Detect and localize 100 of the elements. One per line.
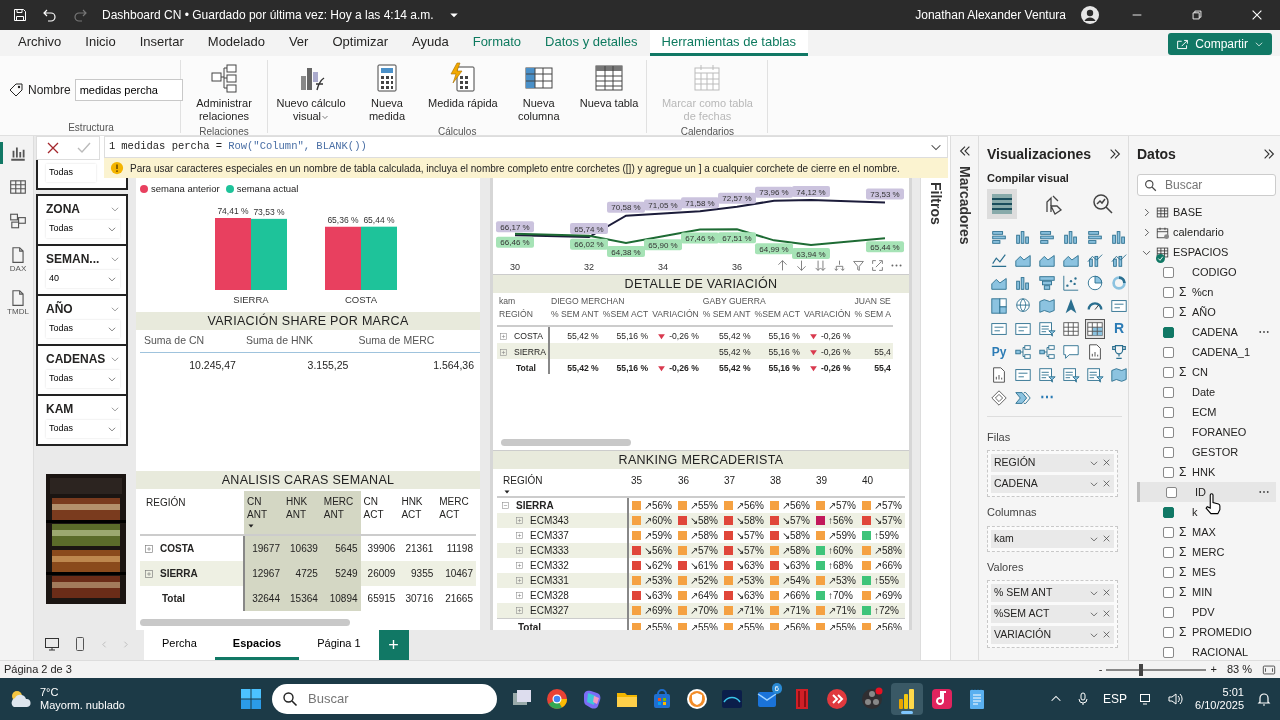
field-name[interactable]: GESTOR (1192, 443, 1239, 461)
menu-tab[interactable]: Archivo (6, 30, 74, 56)
chevron-down-icon[interactable] (1089, 479, 1099, 489)
field-chip[interactable]: CADENA (991, 475, 1114, 493)
checkbox[interactable] (1163, 446, 1174, 458)
field-name[interactable]: CADENA_1 (1192, 343, 1251, 361)
visual-type-button[interactable] (989, 387, 1009, 408)
visual-type-button[interactable]: Py (989, 341, 1009, 362)
ribbon-button[interactable]: Nueva columna (501, 60, 576, 125)
name-field[interactable]: medidas percha (74, 79, 183, 101)
menu-tab[interactable]: Datos y detalles (533, 30, 650, 56)
arrow-up-icon[interactable] (776, 259, 789, 272)
view-button[interactable]: DAX (0, 244, 34, 275)
visual-type-button[interactable]: R (1109, 318, 1129, 339)
remove-icon[interactable] (1102, 588, 1111, 597)
arrow-down-icon[interactable] (795, 259, 808, 272)
checkbox[interactable] (1163, 326, 1174, 338)
table-name[interactable]: calendario (1173, 223, 1224, 241)
page-tab[interactable]: Percha (144, 630, 215, 660)
sort-icon[interactable] (503, 488, 511, 496)
zoom-out-button[interactable]: - (1098, 661, 1103, 678)
menu-tab[interactable]: Formato (460, 30, 534, 56)
checkbox[interactable] (1166, 486, 1177, 498)
visual-type-button[interactable] (1085, 318, 1105, 339)
filter-icon[interactable] (852, 259, 865, 272)
remove-icon[interactable] (1102, 479, 1111, 488)
bookmarks-pane-label[interactable]: Marcadores (954, 166, 975, 245)
restore-icon[interactable] (1190, 8, 1204, 22)
table-name[interactable]: BASE (1173, 203, 1203, 221)
remove-icon[interactable] (1102, 609, 1111, 618)
remote-app-icon[interactable] (825, 687, 849, 711)
save-icon[interactable] (12, 7, 28, 23)
search-field[interactable]: Buscar (1163, 175, 1253, 195)
field-name[interactable]: HNK (1192, 463, 1216, 481)
field-name[interactable]: CN (1192, 363, 1208, 381)
ribbon-button[interactable]: Nueva medida (350, 60, 424, 125)
visual-type-button[interactable] (989, 295, 1009, 316)
expand-icon[interactable] (144, 543, 154, 554)
expand-icon[interactable] (515, 561, 524, 570)
field-name[interactable]: ECM (1192, 403, 1217, 421)
menu-tab[interactable]: Ver (276, 30, 321, 56)
menu-tab[interactable]: Herramientas de tablas (649, 30, 808, 56)
chevron-down-icon[interactable] (1089, 609, 1099, 619)
sort-icon[interactable] (247, 522, 255, 530)
checkbox[interactable] (1163, 366, 1174, 378)
menu-tab[interactable]: Inicio (73, 30, 128, 56)
search-box[interactable]: Buscar (272, 684, 497, 714)
checkbox[interactable] (1163, 466, 1174, 478)
ribbon-button[interactable]: Nueva tabla (577, 60, 641, 112)
field-chip[interactable]: VARIACIÓN (991, 626, 1114, 644)
column-header[interactable]: CN ANT (244, 491, 283, 535)
redo-icon[interactable] (72, 7, 88, 23)
checkbox[interactable] (1163, 286, 1174, 298)
double-arrow-down-icon[interactable] (814, 259, 827, 272)
avatar-icon[interactable] (1080, 5, 1100, 25)
checkbox[interactable] (1163, 346, 1174, 358)
build-tab[interactable] (987, 188, 1017, 219)
clock-date[interactable]: 6/10/2025 (1195, 699, 1244, 713)
expand-hierarchy-icon[interactable] (833, 259, 846, 272)
note-app-icon[interactable] (930, 687, 954, 711)
remove-icon[interactable] (1102, 533, 1111, 543)
scrollbar[interactable] (140, 619, 350, 626)
expand-icon[interactable] (515, 591, 524, 600)
checkbox[interactable] (1163, 626, 1174, 638)
chevron-down-icon[interactable] (1089, 588, 1099, 598)
field-name[interactable]: CADENA (1192, 323, 1238, 341)
undo-icon[interactable] (42, 7, 58, 23)
dropdown-field[interactable]: Todas (46, 420, 120, 438)
field-name[interactable]: PROMEDIO (1192, 623, 1252, 641)
volume-icon[interactable] (1167, 691, 1184, 707)
dropdown-field[interactable]: Todas (46, 164, 96, 182)
scrollbar[interactable] (501, 439, 631, 446)
table-name[interactable]: ESPACIOS (1173, 243, 1229, 261)
collapse-pane-icon[interactable] (957, 144, 972, 158)
checkbox[interactable] (1163, 426, 1174, 438)
checkbox[interactable] (1163, 646, 1174, 658)
expand-pane-icon[interactable] (1108, 147, 1122, 161)
page-tab[interactable]: Página 1 (299, 630, 379, 660)
checkbox[interactable] (1163, 406, 1174, 418)
view-button[interactable]: TMDL (0, 287, 34, 318)
globe-app-icon[interactable] (545, 687, 569, 711)
menu-tab[interactable]: Ayuda (400, 30, 461, 56)
page-tab[interactable]: Espacios (214, 630, 300, 660)
ribbon-button[interactable]: Medida rápida (426, 60, 500, 112)
close-icon[interactable] (1250, 8, 1264, 22)
field-name[interactable]: MERC (1192, 543, 1225, 561)
search-box[interactable]: Buscar (1137, 174, 1276, 196)
ribbon-button[interactable]: Administrar relaciones (187, 60, 261, 125)
field-name[interactable]: PDV (1192, 603, 1215, 621)
clock-time[interactable]: 5:01 (1222, 685, 1244, 699)
dropdown-field[interactable]: Todas (46, 370, 120, 388)
checkbox[interactable] (1163, 606, 1174, 618)
field-chip[interactable]: REGIÓN (991, 454, 1114, 472)
checkbox[interactable] (1163, 306, 1174, 318)
desktop-view-icon[interactable] (44, 636, 60, 652)
field-name[interactable]: k (1192, 503, 1198, 521)
field-name[interactable]: CODIGO (1192, 263, 1237, 281)
dropdown-field[interactable]: 40 (46, 270, 120, 288)
column-header[interactable]: HNK ACT (398, 491, 437, 535)
menu-tab[interactable]: Insertar (127, 30, 196, 56)
